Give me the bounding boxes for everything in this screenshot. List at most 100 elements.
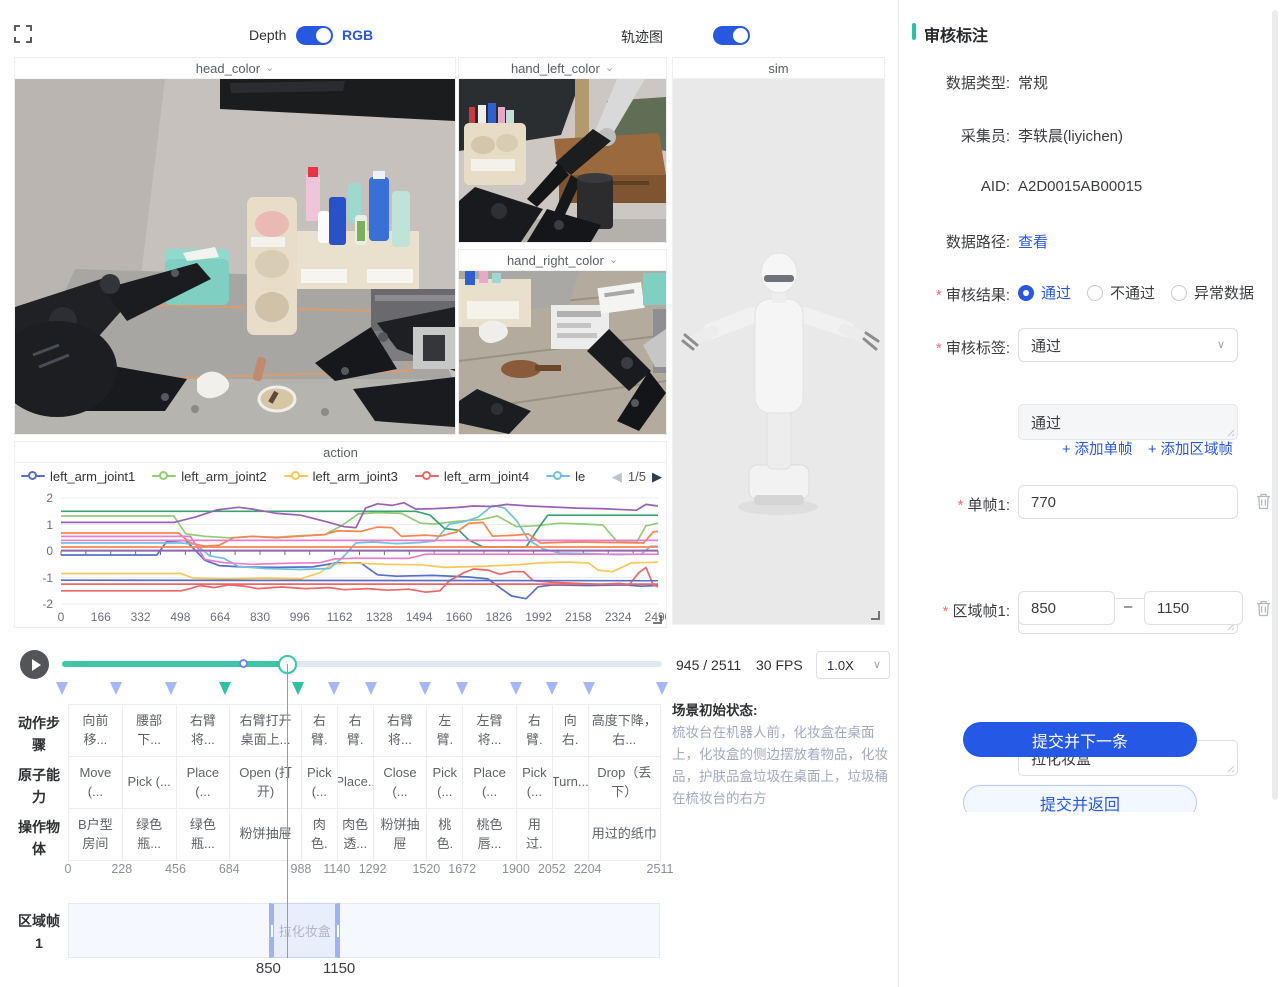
rgb-label: RGB bbox=[342, 27, 373, 43]
table-cell: Pick (... bbox=[516, 756, 553, 809]
region-segment[interactable]: 拉化妆盒 bbox=[269, 903, 340, 958]
x-tick-label: 1162 bbox=[318, 610, 362, 624]
radio-icon[interactable] bbox=[1087, 285, 1103, 301]
x-tick-label: 166 bbox=[79, 610, 123, 624]
table-cell: 桃色. bbox=[426, 808, 463, 861]
add-single-frame-link[interactable]: + 添加单帧 bbox=[1062, 438, 1133, 459]
speed-value: 1.0X bbox=[827, 658, 854, 673]
frame-axis-label: 228 bbox=[111, 862, 132, 876]
review-tag-note[interactable]: 通过 bbox=[1018, 404, 1238, 440]
table-cell: Drop（丢下） bbox=[588, 756, 661, 809]
submit-next-button[interactable]: 提交并下一条 bbox=[963, 722, 1197, 757]
frame-axis-label: 2204 bbox=[574, 862, 602, 876]
radio-icon[interactable] bbox=[1171, 285, 1187, 301]
legend-next-icon[interactable]: ▶ bbox=[652, 470, 662, 483]
trajectory-toggle[interactable] bbox=[713, 26, 750, 45]
segment-left-grip[interactable] bbox=[271, 925, 273, 937]
timeline-marker[interactable] bbox=[110, 682, 122, 695]
add-region-frame-link[interactable]: + 添加区域帧 bbox=[1148, 438, 1233, 459]
chart-series-line bbox=[61, 513, 658, 543]
timeline-marker[interactable] bbox=[292, 682, 304, 695]
legend-item-left_arm_joint2[interactable]: left_arm_joint2 bbox=[152, 469, 266, 484]
timeline-marker[interactable] bbox=[546, 682, 558, 695]
sim-panel-title: sim bbox=[768, 61, 788, 76]
region-end-input[interactable]: 1150 bbox=[1144, 591, 1243, 625]
table-cell: Close (... bbox=[373, 756, 428, 809]
timeline-marker[interactable] bbox=[365, 682, 377, 695]
fullscreen-icon[interactable] bbox=[14, 25, 32, 43]
timeline-marker[interactable] bbox=[510, 682, 522, 695]
table-cell: 粉饼抽屉 bbox=[229, 808, 302, 861]
speed-select[interactable]: 1.0X ∨ bbox=[816, 651, 890, 679]
review-tag-select[interactable]: 通过∨ bbox=[1018, 328, 1238, 362]
region-start-value: 850 bbox=[1031, 600, 1056, 617]
submit-back-clip: 提交并返回 bbox=[963, 785, 1197, 812]
delete-single-frame-icon[interactable] bbox=[1256, 493, 1271, 510]
action-line-chart bbox=[15, 490, 666, 610]
single-frame-dot-marker[interactable] bbox=[239, 659, 248, 668]
frame-axis-label: 456 bbox=[165, 862, 186, 876]
chart-resize-handle-icon[interactable] bbox=[653, 615, 662, 624]
x-tick-label: 1826 bbox=[477, 610, 521, 624]
data-path-link[interactable]: 查看 bbox=[1018, 231, 1048, 252]
table-cell: Open (打开) bbox=[229, 756, 302, 809]
timeline-marker[interactable] bbox=[165, 682, 177, 695]
timeline-marker[interactable] bbox=[328, 682, 340, 695]
legend-prev-icon[interactable]: ◀ bbox=[612, 470, 622, 483]
playhead-line[interactable] bbox=[287, 664, 289, 958]
legend-item-left_arm_joint1[interactable]: left_arm_joint1 bbox=[21, 469, 135, 484]
submit-back-button[interactable]: 提交并返回 bbox=[963, 785, 1197, 812]
timeline-marker[interactable] bbox=[583, 682, 595, 695]
legend-item-left_arm_joint4[interactable]: left_arm_joint4 bbox=[415, 469, 529, 484]
y-tick-label: 0 bbox=[23, 544, 53, 558]
table-cell: 向右. bbox=[552, 704, 589, 757]
table-cell: 右臂. bbox=[516, 704, 553, 757]
radio-option-异常数据[interactable]: 异常数据 bbox=[1171, 282, 1254, 303]
scene-title: 场景初始状态: bbox=[672, 699, 896, 719]
panel-scrollbar[interactable] bbox=[1272, 10, 1278, 800]
review-result-options: 通过不通过异常数据 bbox=[1018, 282, 1254, 303]
table-cell: 用过. bbox=[516, 808, 553, 861]
chevron-down-icon: ∨ bbox=[873, 660, 881, 671]
legend-series-icon bbox=[546, 471, 570, 481]
timeline-marker[interactable] bbox=[219, 682, 231, 695]
timeline-marker[interactable] bbox=[656, 682, 668, 695]
delete-region-frame-icon[interactable] bbox=[1256, 600, 1271, 617]
head-camera-image bbox=[15, 79, 455, 434]
x-tick-label: 1660 bbox=[437, 610, 481, 624]
x-tick-label: 2324 bbox=[596, 610, 640, 624]
hand-left-camera-panel: hand_left_color⌄ bbox=[458, 57, 667, 243]
table-cell: B户型房间 bbox=[68, 808, 123, 861]
radio-selected-icon[interactable] bbox=[1018, 285, 1034, 301]
table-cell: 右臂. bbox=[301, 704, 338, 757]
legend-item-le[interactable]: le bbox=[546, 469, 585, 484]
table-cell: Place.. bbox=[337, 756, 374, 809]
timeline-marker[interactable] bbox=[456, 682, 468, 695]
hand-right-camera-select[interactable]: hand_right_color⌄ bbox=[459, 250, 666, 271]
sim-resize-handle-icon[interactable] bbox=[871, 611, 880, 620]
legend-item-left_arm_joint3[interactable]: left_arm_joint3 bbox=[284, 469, 398, 484]
timeline-marker[interactable] bbox=[56, 682, 68, 695]
single-frame-input[interactable]: 770 bbox=[1018, 485, 1238, 519]
radio-option-通过[interactable]: 通过 bbox=[1018, 282, 1071, 303]
region-start-input[interactable]: 850 bbox=[1018, 591, 1115, 625]
frame-counter: 945 / 2511 bbox=[676, 657, 741, 673]
section-accent-bar bbox=[912, 23, 916, 40]
hand-left-camera-select[interactable]: hand_left_color⌄ bbox=[459, 58, 666, 79]
table-cell: 绿色瓶... bbox=[176, 808, 231, 861]
review-panel-title: 审核标注 bbox=[924, 22, 988, 46]
depth-rgb-toggle[interactable] bbox=[296, 26, 333, 45]
x-tick-label: 0 bbox=[39, 610, 83, 624]
robot-data-review-app: Depth RGB 轨迹图 head_color⌄ bbox=[0, 0, 1280, 987]
timeline-marker[interactable] bbox=[419, 682, 431, 695]
head-camera-select[interactable]: head_color⌄ bbox=[15, 58, 455, 79]
radio-option-不通过[interactable]: 不通过 bbox=[1087, 282, 1155, 303]
segment-right-grip[interactable] bbox=[337, 925, 339, 937]
table-cell: Turn... bbox=[552, 756, 589, 809]
play-button[interactable] bbox=[20, 650, 49, 679]
review-field-label: AID: bbox=[898, 178, 1010, 195]
table-cell: 向前移... bbox=[68, 704, 123, 757]
scene-text: 梳妆台在机器人前，化妆盒在桌面上，化妆盒的侧边摆放着物品，化妆品，护肤品盒垃圾在… bbox=[672, 722, 896, 809]
frame-axis-label: 1292 bbox=[359, 862, 387, 876]
table-cell: Place (... bbox=[176, 756, 231, 809]
